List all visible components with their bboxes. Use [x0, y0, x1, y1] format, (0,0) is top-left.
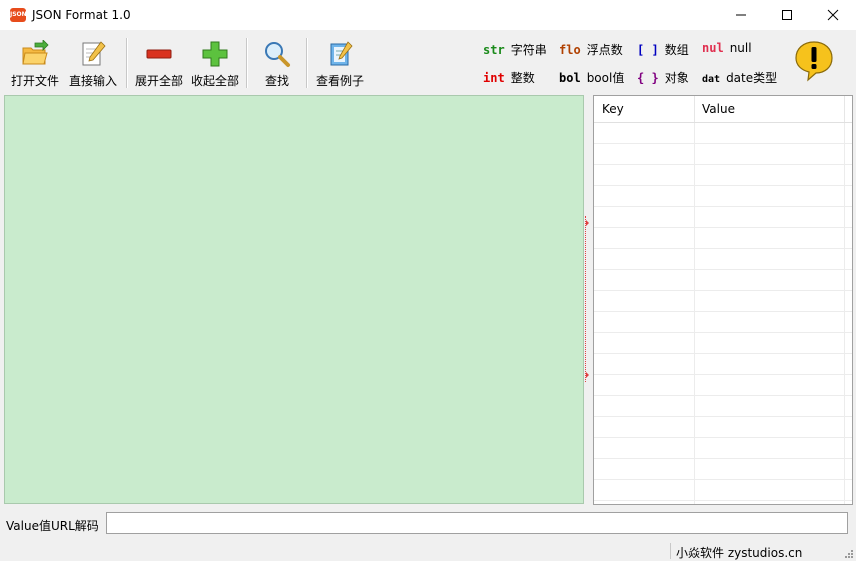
find-label: 查找: [264, 74, 289, 88]
legend-array: [ ] 数组: [637, 41, 689, 57]
legend-tag: dat: [702, 74, 721, 85]
column-divider: [844, 96, 845, 122]
window-title: JSON Format 1.0: [32, 8, 131, 22]
expand-all-label: 展开全部: [134, 74, 183, 88]
legend-label: 数组: [664, 43, 689, 57]
key-value-grid[interactable]: Key Value: [593, 95, 853, 505]
legend-object: { } 对象: [637, 69, 689, 85]
minus-icon: [146, 49, 172, 59]
column-divider: [694, 96, 695, 122]
resize-grip-icon[interactable]: [844, 549, 854, 559]
legend-date: dat date类型: [702, 69, 777, 85]
direct-input-label: 直接输入: [68, 74, 117, 88]
find-button[interactable]: 查找: [254, 36, 300, 88]
legend-tag: { }: [637, 71, 659, 85]
column-line: [694, 123, 695, 504]
app-icon: JSON: [10, 8, 27, 22]
open-file-label: 打开文件: [10, 74, 59, 88]
legend-null: nul null: [702, 41, 752, 57]
title-bar: JSON JSON Format 1.0: [0, 0, 856, 30]
legend-int: int 整数: [483, 69, 535, 85]
legend-label: null: [729, 41, 752, 55]
close-button[interactable]: [810, 0, 856, 30]
legend-bool: bol bool值: [559, 69, 624, 85]
toolbar-separator: [246, 38, 248, 88]
legend-tag: nul: [702, 41, 724, 55]
toolbar-separator: [306, 38, 308, 88]
toolbar-separator: [126, 38, 128, 88]
collapse-all-button[interactable]: 收起全部: [188, 36, 242, 88]
minimize-button[interactable]: [718, 0, 764, 30]
legend-tag: str: [483, 43, 505, 57]
json-tree-panel[interactable]: [4, 95, 584, 504]
legend-label: date类型: [726, 71, 778, 85]
view-example-label: 查看例子: [315, 74, 364, 88]
legend-tag: bol: [559, 71, 581, 85]
help-alert-icon[interactable]: [794, 40, 834, 82]
maximize-button[interactable]: [764, 0, 810, 30]
column-header-value[interactable]: Value: [702, 102, 735, 116]
status-bar: 小焱软件 zystudios.cn: [0, 541, 856, 561]
grid-rows: [594, 123, 852, 504]
minimize-icon: [736, 14, 746, 16]
edit-note-icon: [82, 41, 106, 66]
grid-header: Key Value: [594, 96, 852, 123]
collapse-all-label: 收起全部: [190, 74, 239, 88]
maximize-icon: [782, 10, 792, 20]
legend-label: bool值: [586, 71, 625, 85]
legend-tag: int: [483, 71, 505, 85]
url-decode-label: Value值URL解码: [6, 519, 99, 533]
legend-label: 对象: [664, 71, 689, 85]
legend-label: 整数: [510, 71, 535, 85]
notebook-icon: [330, 41, 353, 66]
plus-icon: [202, 41, 228, 67]
splitter-arrow-icon: [586, 220, 589, 378]
legend-label: 字符串: [510, 43, 547, 57]
legend-tag: flo: [559, 43, 581, 57]
direct-input-button[interactable]: 直接输入: [66, 36, 120, 88]
legend-float: flo 浮点数: [559, 41, 623, 57]
status-text: 小焱软件 zystudios.cn: [676, 546, 803, 560]
legend-label: 浮点数: [586, 43, 623, 57]
expand-all-button[interactable]: 展开全部: [132, 36, 186, 88]
column-header-key[interactable]: Key: [602, 102, 624, 116]
status-divider: [670, 543, 671, 559]
view-example-button[interactable]: 查看例子: [312, 36, 368, 88]
magnifier-icon: [265, 42, 290, 67]
open-folder-icon: [22, 40, 49, 65]
legend-tag: [ ]: [637, 43, 659, 57]
open-file-button[interactable]: 打开文件: [8, 36, 62, 88]
toolbar: 打开文件 直接输入 展开全部 收起全部 查找 查看例子 str 字符串 flo …: [0, 30, 856, 92]
url-decode-input[interactable]: [106, 512, 848, 534]
close-icon: [827, 9, 839, 21]
panel-splitter[interactable]: [585, 216, 592, 382]
legend-string: str 字符串: [483, 41, 547, 57]
column-line: [844, 123, 845, 504]
